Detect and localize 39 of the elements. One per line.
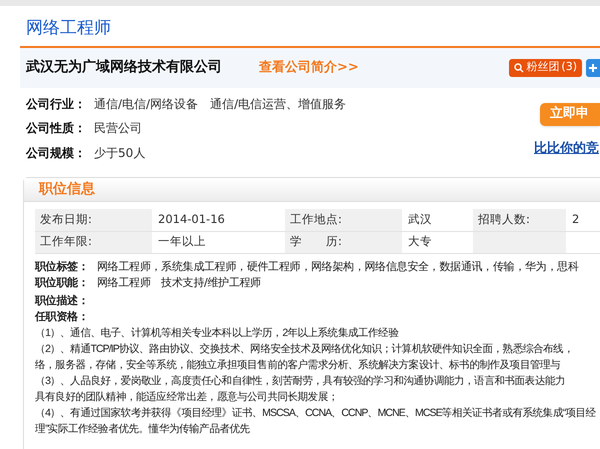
fans-button[interactable]: 粉丝团 (3) [509,58,582,76]
table-value: 一年以上 [158,234,206,248]
field-value: 网络工程师，系统集成工程师，硬件工程师，网络架构，网络信息安全，数据通讯，传输，华为，思科 [97,258,579,274]
compare-link[interactable]: 比比你的竞 [534,138,600,158]
field-label: 职位描述： [35,294,89,306]
apply-button[interactable]: 立即申 [540,102,600,126]
table-label: 招聘人数: [478,212,530,226]
requirement-text: （4）、有通过国家软考并获得《项目经理》证书、MSCSA、CCNA、CCNP、MCNE、MCSE等相关证书者或有系统集成“项目经 [35,406,596,418]
field-label: 任职资格： [35,310,89,322]
plus-icon [589,64,597,72]
requirement-text: （1）、通信、电子、计算机等相关专业本科以上学历，2年以上系统集成工作经验 [35,326,398,338]
requirement-text: 络，服务器，存储，安全等系统，能独立承担项目售前的客户需求分析、系统解决方案设计、标书的制作及项目管理与 [35,358,560,370]
info-value: 少于50人 [94,144,146,162]
plus-button[interactable] [586,58,600,76]
table-label: 工作地点: [290,212,342,226]
info-label: 公司性质： [26,120,87,138]
table-label: 发布日期: [40,212,92,226]
table-value: 大专 [408,234,432,248]
section-title: 职位信息 [39,180,95,199]
info-label: 公司规模： [26,144,87,162]
requirement-text: 具有良好的团队精神，能适应经常出差，愿意与公司共同长期发展； [35,390,338,402]
requirement-text: （2）、精通TCP/IP协议、路由协议、交换技术、网络安全技术及网络优化知识；计算机软硬件知识全面，熟悉综合布线， [35,342,574,354]
job-title: 网络工程师 [26,18,111,38]
requirement-text: （3）、人品良好，爱岗敬业，高度责任心和自律性，刻苦耐劳，具有较强的学习和沟通协调能力，语言和书面表达能力 [35,374,566,386]
company-name: 武汉无为广域网络技术有限公司 [26,58,223,77]
field-label: 职位标签： [35,258,90,274]
info-label: 公司行业： [26,96,87,113]
table-value: 2 [572,212,580,226]
search-icon [514,62,524,72]
field-value: 网络工程师 技术支持/维护工程师 [97,274,261,290]
requirement-text: 理”实际工作经验者优先。懂华为传输产品者优先 [35,422,250,434]
field-label: 职位职能： [35,274,90,290]
company-intro-link[interactable]: 查看公司简介>> [259,58,359,78]
info-value: 通信/电信/网络设备 通信/电信运营、增值服务 [94,96,346,113]
table-value: 2014-01-16 [158,212,225,226]
table-label: 工作年限: [40,234,92,248]
table-label: 学 历: [290,234,342,248]
info-value: 民营公司 [94,120,142,138]
table-value: 武汉 [408,212,432,226]
